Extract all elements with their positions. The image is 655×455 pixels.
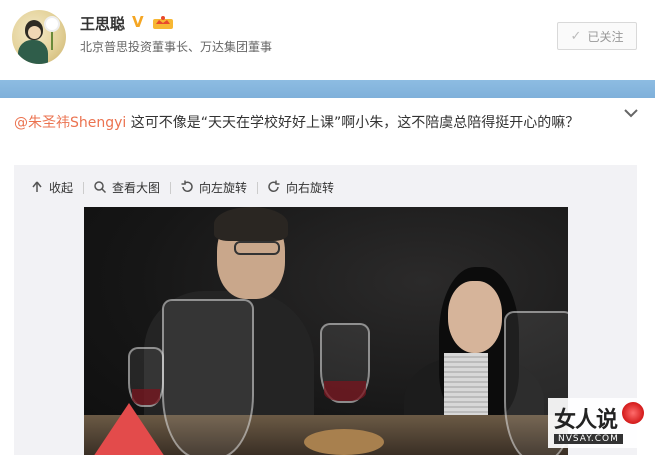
post-body: 这可不像是“天天在学校好好上课”啊小朱，这不陪虞总陪得挺开心的嘛？ <box>126 115 580 131</box>
follow-button[interactable]: ✓ 已关注 <box>557 22 637 50</box>
search-icon <box>94 181 107 194</box>
media-panel: 收起 查看大图 向左旋转 向右旋转 <box>14 165 637 455</box>
rotate-right-label: 向右旋转 <box>286 180 335 195</box>
collapse-icon <box>32 181 42 192</box>
watermark-url: NVSAY.COM <box>554 434 623 444</box>
follow-label: 已关注 <box>587 29 624 44</box>
watermark-logo: 女人说 NVSAY.COM <box>548 398 648 448</box>
post-text: @朱圣祎Shengyi 这可不像是“天天在学校好好上课”啊小朱，这不陪虞总陪得挺… <box>14 112 614 134</box>
rotate-left-label: 向左旋转 <box>199 180 248 195</box>
verified-badge-icon: V <box>132 13 144 31</box>
vip-crown-icon <box>153 16 173 29</box>
chevron-down-icon[interactable] <box>622 106 640 120</box>
avatar[interactable] <box>12 10 66 64</box>
divider-band <box>0 80 655 98</box>
collapse-button[interactable]: 收起 <box>14 179 83 196</box>
view-large-label: 查看大图 <box>112 180 161 195</box>
profile-header: 王思聪 V 北京普思投资董事长、万达集团董事 ✓ 已关注 <box>0 0 655 80</box>
check-icon: ✓ <box>570 28 582 44</box>
profile-name[interactable]: 王思聪 <box>80 13 125 34</box>
mention-link[interactable]: @朱圣祎Shengyi <box>14 115 126 131</box>
profile-bio: 北京普思投资董事长、万达集团董事 <box>80 40 273 54</box>
view-large-button[interactable]: 查看大图 <box>83 179 170 196</box>
rotate-left-icon <box>181 180 193 192</box>
watermark-text: 女人说 <box>554 408 618 433</box>
rotate-left-button[interactable]: 向左旋转 <box>170 179 257 196</box>
rotate-right-button[interactable]: 向右旋转 <box>257 179 344 196</box>
post-photo[interactable] <box>84 207 568 455</box>
rose-icon <box>622 402 644 424</box>
rotate-right-icon <box>268 180 280 192</box>
media-toolbar: 收起 查看大图 向左旋转 向右旋转 <box>14 175 344 199</box>
collapse-label: 收起 <box>49 180 74 195</box>
